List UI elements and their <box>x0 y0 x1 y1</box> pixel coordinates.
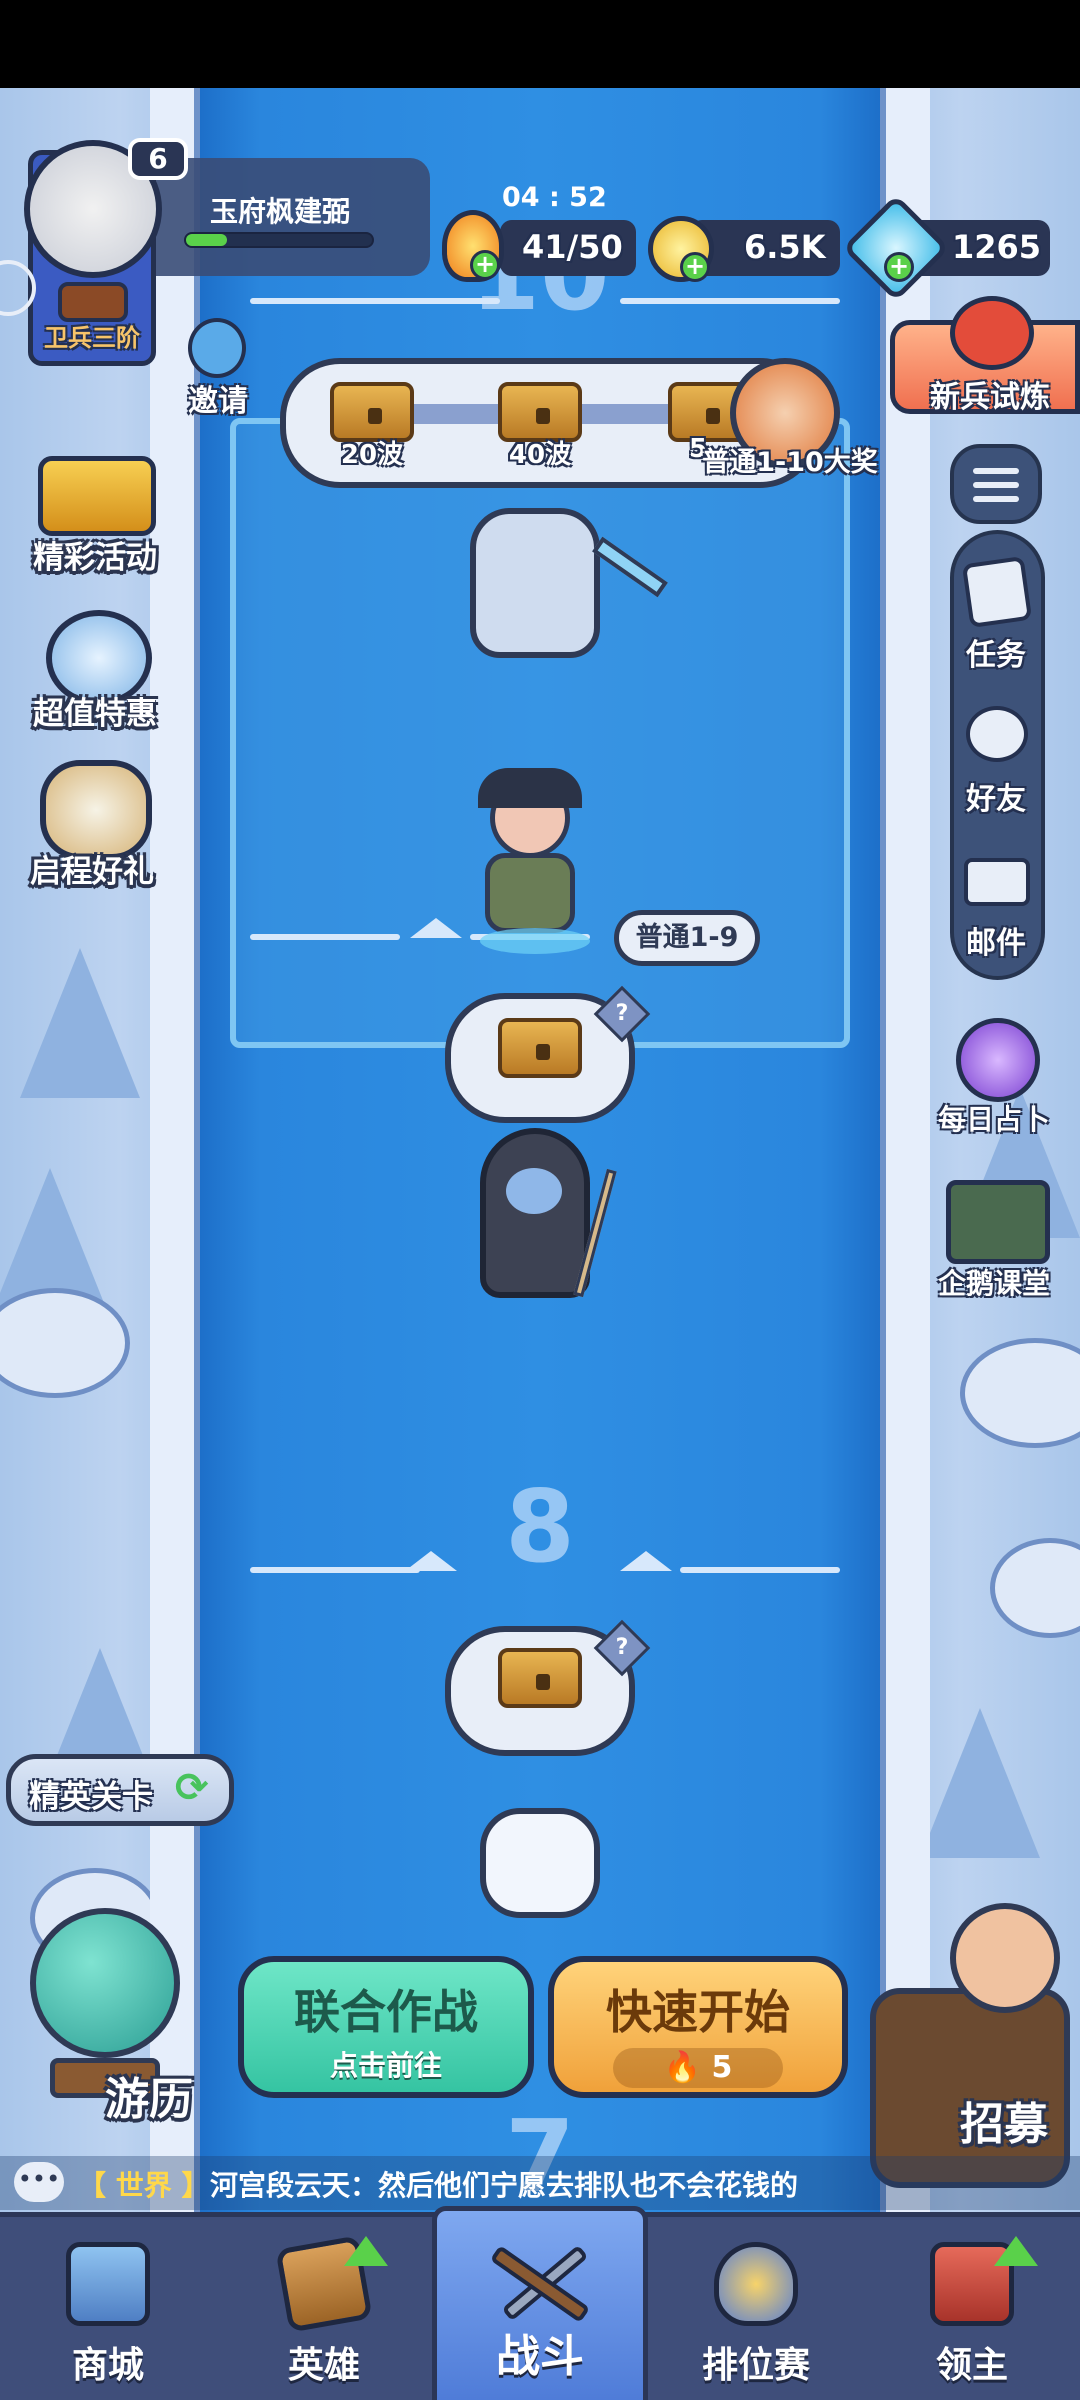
new-trial-label[interactable]: 新兵试炼 <box>930 372 1050 416</box>
tab-ranked[interactable]: 排位赛 <box>648 2212 864 2400</box>
penguin-invite-icon[interactable] <box>188 318 246 378</box>
gem-value: 1265 <box>952 228 1042 266</box>
milestone-label: 20波 <box>340 440 404 470</box>
grand-prize-label: 普通1-10大奖 <box>702 447 878 478</box>
xp-bar <box>184 232 374 248</box>
hero-glow <box>480 928 590 954</box>
elite-stage-button[interactable]: 精英关卡 ⟳ <box>6 1754 234 1826</box>
tasks-label[interactable]: 任务 <box>966 630 1026 674</box>
reward-chest[interactable] <box>498 1648 582 1708</box>
event-chest-icon[interactable] <box>38 456 156 536</box>
player-rank: 卫兵三阶 <box>44 324 140 352</box>
flame-icon: 🔥 <box>663 2050 702 2085</box>
xp-bar-fill <box>186 234 227 246</box>
player-level-badge: 6 <box>128 138 188 180</box>
add-gold-icon[interactable]: + <box>680 252 710 282</box>
milestone-label: 40波 <box>508 440 572 470</box>
divider-arrow <box>620 1551 672 1571</box>
divider-arrow <box>405 1551 457 1571</box>
energy-timer: 04 : 52 <box>502 182 607 213</box>
tab-lord[interactable]: 领主 <box>864 2212 1080 2400</box>
friends-icon[interactable] <box>966 706 1028 762</box>
hero-hair <box>478 768 582 808</box>
invite-label[interactable]: 邀请 <box>188 376 248 420</box>
tab-heroes-label: 英雄 <box>287 2345 360 2386</box>
quick-start-cost: 🔥 5 <box>613 2048 783 2088</box>
wave-divider <box>620 298 840 304</box>
friends-label[interactable]: 好友 <box>966 774 1026 818</box>
tree-icon <box>20 948 140 1098</box>
milestone-chest-2[interactable] <box>498 382 582 442</box>
quick-start-button[interactable]: 快速开始 🔥 5 <box>548 1956 848 2098</box>
hero-character <box>485 853 575 933</box>
snow-mound <box>0 1288 130 1398</box>
coop-battle-title: 联合作战 <box>294 1985 478 2039</box>
hamburger-icon <box>973 468 1019 474</box>
status-bar <box>0 0 1080 88</box>
divider-arrow <box>410 918 462 938</box>
refresh-icon: ⟳ <box>175 1765 209 1811</box>
tab-heroes[interactable]: 英雄 <box>216 2212 432 2400</box>
penguin-class-board-icon[interactable] <box>946 1180 1050 1264</box>
energy-value: 41/50 <box>522 228 623 266</box>
reward-chest[interactable] <box>498 1018 582 1078</box>
menu-button[interactable] <box>950 444 1042 524</box>
wave-divider <box>250 934 400 940</box>
snow-mound <box>990 1538 1080 1638</box>
crystal-ball-icon[interactable] <box>956 1018 1040 1102</box>
ranked-shield-icon <box>714 2242 798 2326</box>
mail-label[interactable]: 邮件 <box>966 918 1026 962</box>
starter-gift-label[interactable]: 启程好礼 <box>0 846 192 891</box>
snow-wolf-enemy <box>480 1808 600 1918</box>
coop-battle-subtitle: 点击前往 <box>329 2049 442 2082</box>
gold-value: 6.5K <box>744 228 826 266</box>
rank-emblem-icon <box>58 282 128 322</box>
griffin-gift-icon[interactable] <box>40 760 152 860</box>
deals-label[interactable]: 超值特惠 <box>0 688 195 733</box>
quick-start-title: 快速开始 <box>606 1985 790 2039</box>
balloon-icon[interactable] <box>30 1908 180 2058</box>
milestone-chest-1[interactable] <box>330 382 414 442</box>
upgrade-arrow-icon <box>994 2236 1038 2266</box>
chat-message: 河宫段云天：然后他们宁愿去排队也不会花钱的 <box>210 2169 799 2202</box>
task-clipboard-icon[interactable] <box>961 555 1033 629</box>
quick-start-cost-value: 5 <box>711 2050 733 2085</box>
tab-ranked-label: 排位赛 <box>701 2345 810 2386</box>
mage-face <box>506 1168 562 1214</box>
chat-bar[interactable]: ••• 【 世界 】 河宫段云天：然后他们宁愿去排队也不会花钱的 <box>0 2156 1080 2210</box>
wave-divider <box>680 1567 840 1573</box>
trial-boss-icon <box>950 296 1034 370</box>
add-energy-icon[interactable]: + <box>470 250 500 280</box>
daily-fortune-label[interactable]: 每日占卜 <box>938 1098 1050 1138</box>
player-name: 玉府枫建弼 <box>210 195 351 228</box>
snow-mound <box>960 1338 1080 1448</box>
tab-shop[interactable]: 商城 <box>0 2212 216 2400</box>
upgrade-arrow-icon <box>344 2236 388 2266</box>
chat-icon[interactable]: ••• <box>14 2162 64 2202</box>
journey-label[interactable]: 游历 <box>105 2063 193 2127</box>
elite-stage-label: 精英关卡 <box>29 1779 153 1815</box>
recruit-hero-face <box>950 1903 1060 2013</box>
stage-tag: 普通1-9 <box>614 910 760 966</box>
events-label[interactable]: 精彩活动 <box>0 532 195 577</box>
crossed-weapons-icon <box>485 2225 595 2335</box>
wave-number-8: 8 <box>505 1468 575 1585</box>
mail-envelope-icon[interactable] <box>964 858 1030 906</box>
shop-icon <box>66 2242 150 2326</box>
tab-battle[interactable]: 战斗 <box>432 2206 648 2400</box>
tab-battle-label: 战斗 <box>496 2331 584 2382</box>
penguin-class-label[interactable]: 企鹅课堂 <box>938 1262 1050 1302</box>
wave-divider <box>250 1567 420 1573</box>
chat-channel: 【 世界 】 <box>78 2169 210 2202</box>
tree-icon <box>920 1708 1040 1858</box>
yeti-boss-enemy <box>470 508 600 658</box>
add-gems-icon[interactable]: + <box>884 252 914 282</box>
recruit-label[interactable]: 招募 <box>960 2088 1048 2152</box>
energy-counter[interactable]: 41/50 <box>500 220 636 276</box>
tab-lord-label: 领主 <box>935 2345 1008 2386</box>
tab-shop-label: 商城 <box>71 2345 144 2386</box>
wave-divider <box>250 298 500 304</box>
coop-battle-button[interactable]: 联合作战 点击前往 <box>238 1956 534 2098</box>
